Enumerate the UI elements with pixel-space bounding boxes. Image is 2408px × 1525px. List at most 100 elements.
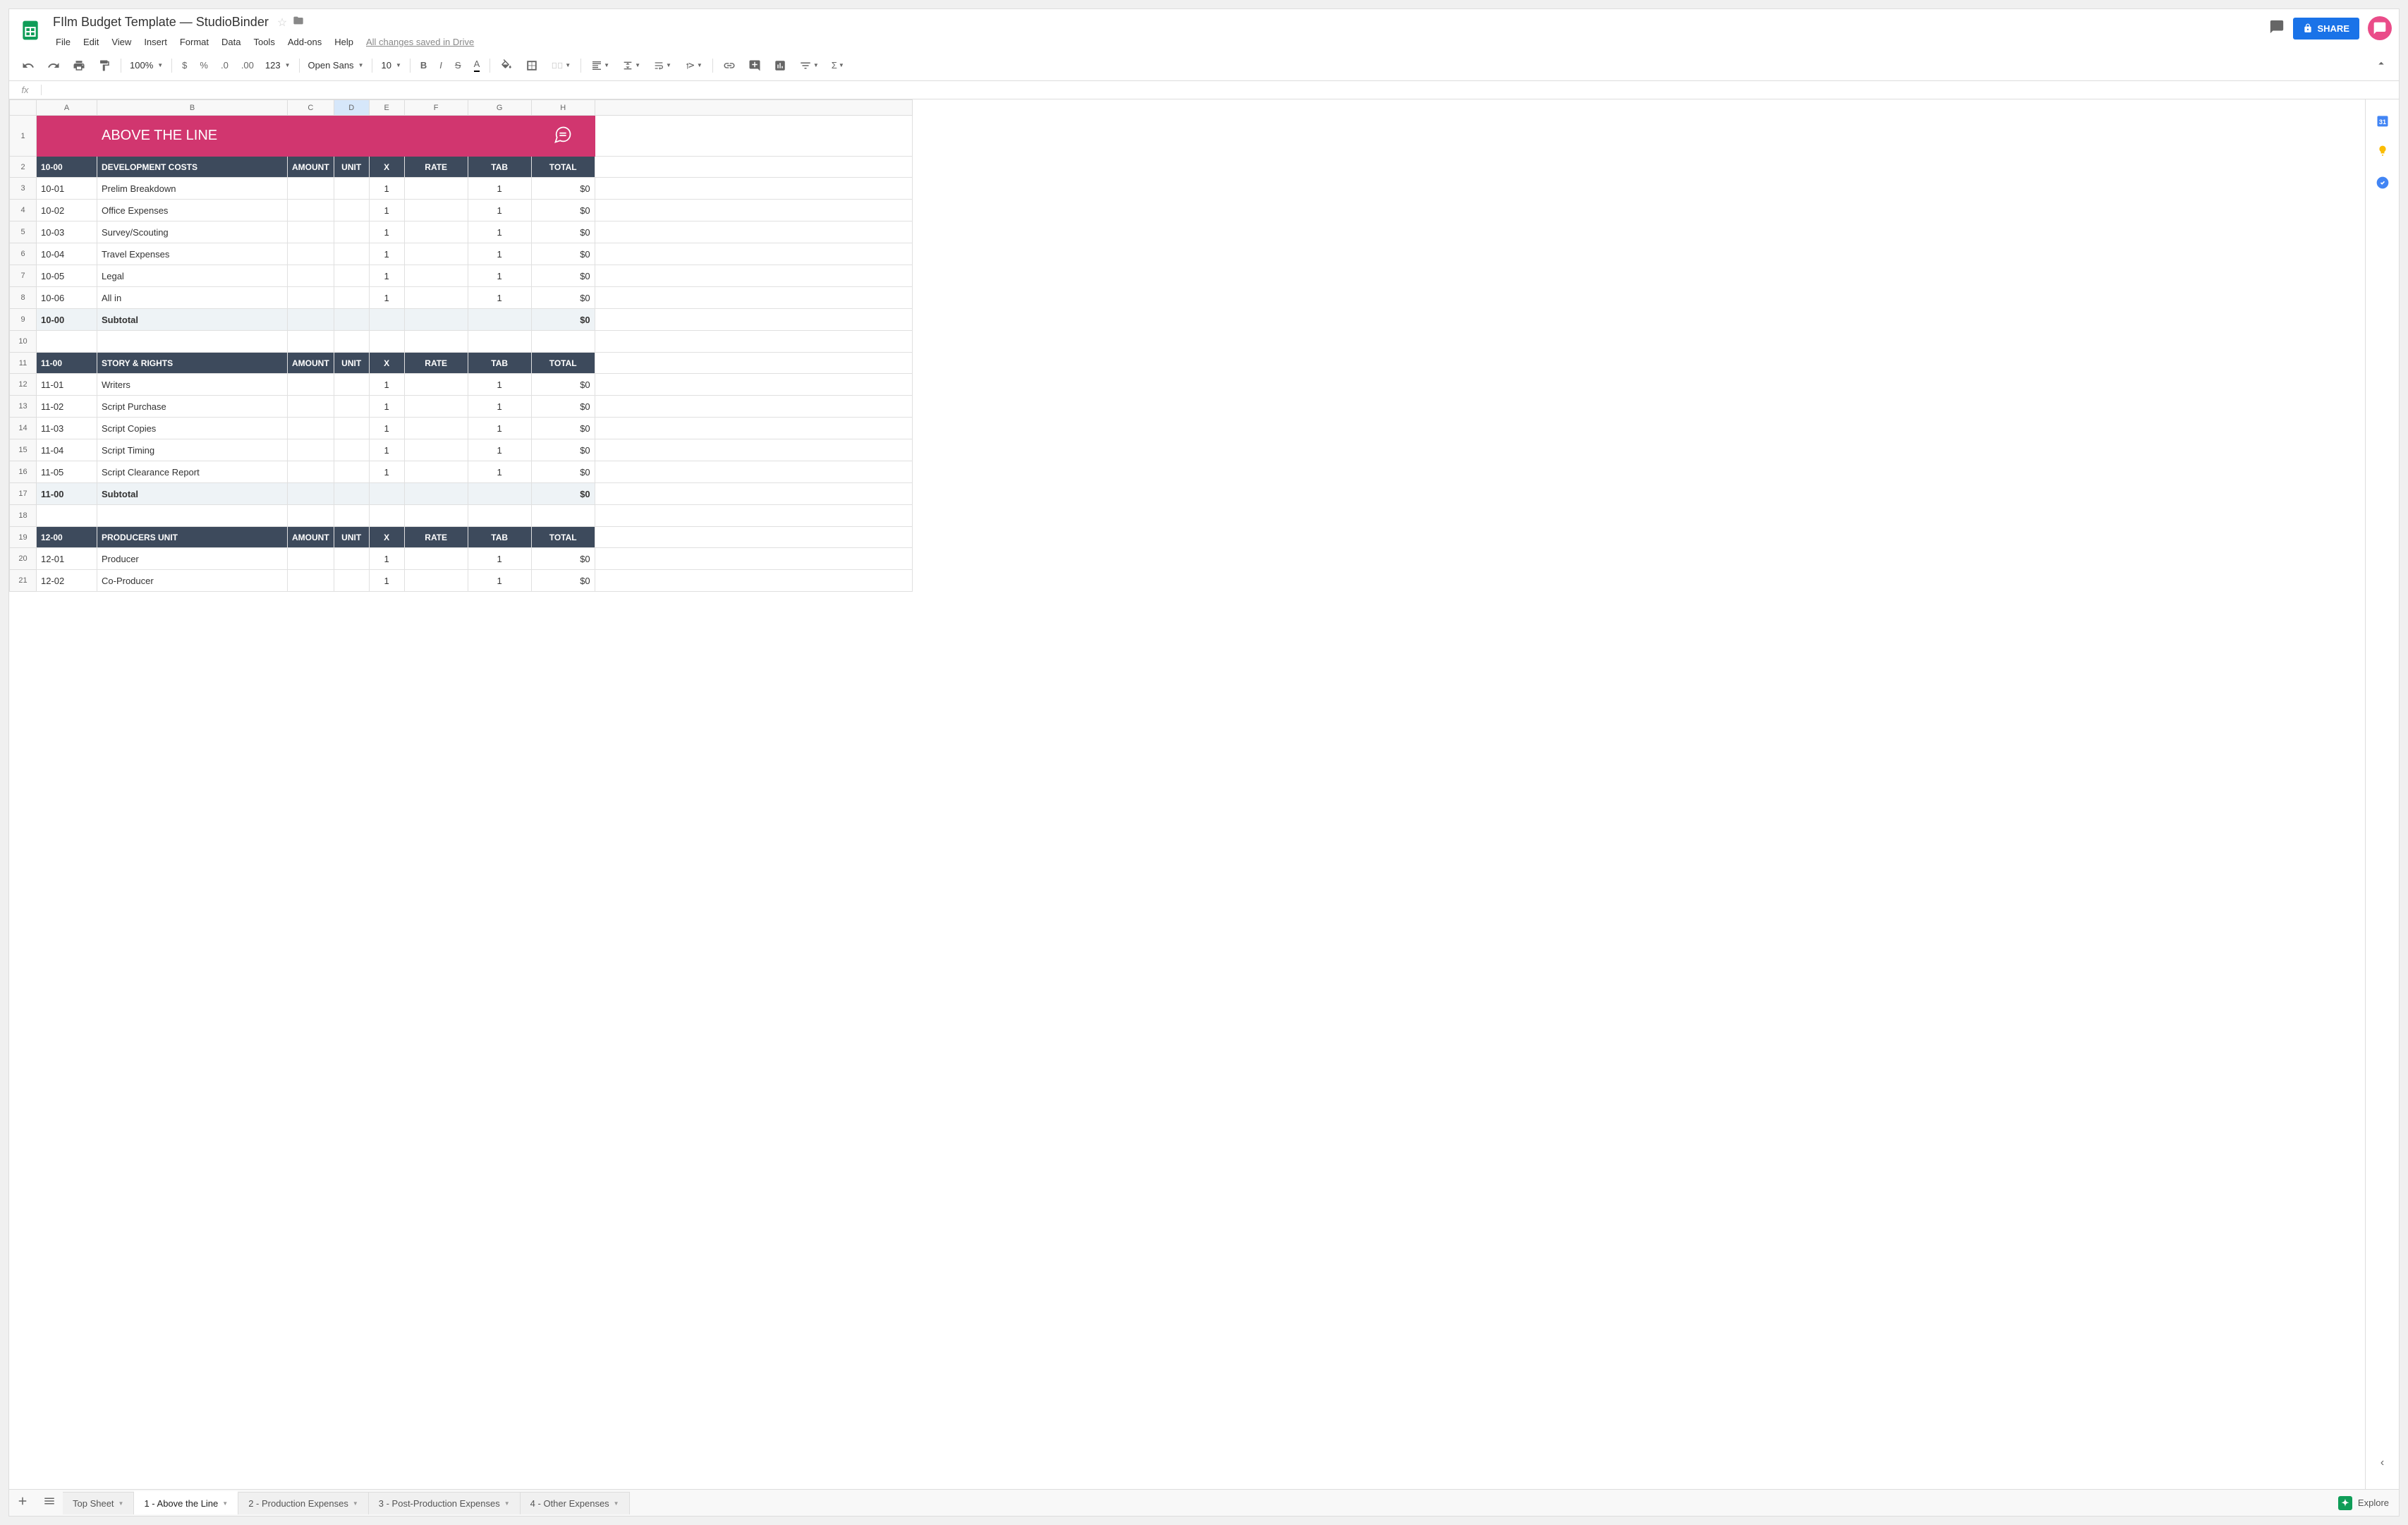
- row-header-6[interactable]: 6: [10, 243, 37, 265]
- calendar-icon[interactable]: 31: [2376, 114, 2390, 128]
- text-color-icon[interactable]: A: [468, 54, 486, 76]
- row-header-13[interactable]: 13: [10, 396, 37, 418]
- row-header-10[interactable]: 10: [10, 331, 37, 353]
- row-header-5[interactable]: 5: [10, 221, 37, 243]
- share-button[interactable]: SHARE: [2293, 18, 2359, 40]
- sheet-tab[interactable]: 4 - Other Expenses▼: [521, 1492, 630, 1514]
- redo-icon[interactable]: [42, 55, 66, 76]
- tasks-icon[interactable]: [2376, 176, 2390, 190]
- row-header-3[interactable]: 3: [10, 178, 37, 200]
- row-header-11[interactable]: 11: [10, 353, 37, 374]
- percent-icon[interactable]: %: [194, 56, 214, 75]
- vertical-align-icon[interactable]: ▼: [616, 56, 646, 75]
- row-header-8[interactable]: 8: [10, 287, 37, 309]
- col-header-H[interactable]: H: [531, 100, 595, 116]
- document-title[interactable]: FIlm Budget Template — StudioBinder: [50, 13, 272, 31]
- table-row[interactable]: 1511-04Script Timing11$0: [10, 439, 913, 461]
- sheet-tab[interactable]: 2 - Production Expenses▼: [238, 1492, 369, 1514]
- sheets-logo[interactable]: [16, 16, 44, 44]
- row-header-16[interactable]: 16: [10, 461, 37, 483]
- currency-icon[interactable]: $: [176, 56, 193, 75]
- undo-icon[interactable]: [16, 55, 40, 76]
- text-rotation-icon[interactable]: ▼: [679, 56, 708, 75]
- menu-tools[interactable]: Tools: [248, 34, 280, 50]
- table-row[interactable]: 410-02Office Expenses11$0: [10, 200, 913, 221]
- col-header-G[interactable]: G: [468, 100, 531, 116]
- star-icon[interactable]: ☆: [277, 16, 287, 30]
- increase-decimal-icon[interactable]: .00: [236, 56, 260, 75]
- side-expand-icon[interactable]: ‹: [2375, 1451, 2390, 1475]
- subtotal-row[interactable]: 910-00Subtotal$0: [10, 309, 913, 331]
- profile-avatar[interactable]: [2368, 16, 2392, 40]
- print-icon[interactable]: [67, 55, 91, 76]
- row-header-21[interactable]: 21: [10, 570, 37, 592]
- sheet-tab[interactable]: 1 - Above the Line▼: [134, 1491, 238, 1514]
- row-header-20[interactable]: 20: [10, 548, 37, 570]
- number-format-select[interactable]: 123▼: [261, 57, 295, 73]
- table-row[interactable]: 1311-02Script Purchase11$0: [10, 396, 913, 418]
- horizontal-align-icon[interactable]: ▼: [585, 56, 615, 75]
- bold-icon[interactable]: B: [415, 56, 432, 75]
- insert-chart-icon[interactable]: [768, 55, 792, 76]
- insert-link-icon[interactable]: [717, 55, 741, 76]
- formula-input[interactable]: [42, 81, 2399, 99]
- menu-view[interactable]: View: [106, 34, 137, 50]
- menu-edit[interactable]: Edit: [78, 34, 104, 50]
- menu-help[interactable]: Help: [329, 34, 359, 50]
- menu-add-ons[interactable]: Add-ons: [282, 34, 327, 50]
- paint-format-icon[interactable]: [92, 55, 116, 76]
- row-header-18[interactable]: 18: [10, 505, 37, 527]
- all-sheets-icon[interactable]: [36, 1489, 63, 1517]
- table-row[interactable]: 810-06All in11$0: [10, 287, 913, 309]
- col-header-B[interactable]: B: [97, 100, 288, 116]
- italic-icon[interactable]: I: [434, 56, 448, 75]
- borders-icon[interactable]: [520, 55, 544, 76]
- table-row[interactable]: 2012-01Producer11$0: [10, 548, 913, 570]
- table-row[interactable]: 2112-02Co-Producer11$0: [10, 570, 913, 592]
- save-status[interactable]: All changes saved in Drive: [366, 37, 474, 47]
- col-header-E[interactable]: E: [369, 100, 404, 116]
- row-header-14[interactable]: 14: [10, 418, 37, 439]
- row-header-15[interactable]: 15: [10, 439, 37, 461]
- subtotal-row[interactable]: 1711-00Subtotal$0: [10, 483, 913, 505]
- menu-data[interactable]: Data: [216, 34, 246, 50]
- table-row[interactable]: 10: [10, 331, 913, 353]
- table-row[interactable]: 1211-01Writers11$0: [10, 374, 913, 396]
- grid[interactable]: ABCDEFGH1ABOVE THE LINE210-00DEVELOPMENT…: [9, 99, 2365, 1489]
- table-row[interactable]: 18: [10, 505, 913, 527]
- zoom-select[interactable]: 100%▼: [126, 57, 167, 73]
- row-header-19[interactable]: 19: [10, 527, 37, 548]
- row-header-7[interactable]: 7: [10, 265, 37, 287]
- col-header-C[interactable]: C: [288, 100, 334, 116]
- fill-color-icon[interactable]: [494, 55, 518, 76]
- table-row[interactable]: 1611-05Script Clearance Report11$0: [10, 461, 913, 483]
- table-row[interactable]: 1411-03Script Copies11$0: [10, 418, 913, 439]
- collapse-toolbar-icon[interactable]: [2371, 53, 2392, 78]
- row-header-4[interactable]: 4: [10, 200, 37, 221]
- row-header-1[interactable]: 1: [10, 116, 37, 157]
- row-header-12[interactable]: 12: [10, 374, 37, 396]
- table-row[interactable]: 610-04Travel Expenses11$0: [10, 243, 913, 265]
- col-header-A[interactable]: A: [37, 100, 97, 116]
- sheet-tab[interactable]: 3 - Post-Production Expenses▼: [369, 1492, 521, 1514]
- table-row[interactable]: 510-03Survey/Scouting11$0: [10, 221, 913, 243]
- filter-icon[interactable]: ▼: [793, 55, 825, 76]
- row-header-9[interactable]: 9: [10, 309, 37, 331]
- insert-comment-icon[interactable]: [743, 55, 767, 76]
- sheet-tab[interactable]: Top Sheet▼: [63, 1492, 134, 1514]
- font-select[interactable]: Open Sans▼: [304, 57, 368, 73]
- add-sheet-icon[interactable]: [9, 1489, 36, 1517]
- font-size-select[interactable]: 10▼: [377, 57, 405, 73]
- col-header-D[interactable]: D: [334, 100, 369, 116]
- keep-icon[interactable]: [2376, 145, 2390, 159]
- explore-button[interactable]: ✦ Explore: [2328, 1492, 2399, 1514]
- folder-icon[interactable]: [293, 15, 304, 30]
- table-row[interactable]: 710-05Legal11$0: [10, 265, 913, 287]
- menu-file[interactable]: File: [50, 34, 76, 50]
- table-row[interactable]: 310-01Prelim Breakdown11$0: [10, 178, 913, 200]
- comments-icon[interactable]: [2269, 19, 2285, 38]
- text-wrap-icon[interactable]: ▼: [647, 56, 677, 75]
- merge-cells-icon[interactable]: ▼: [545, 55, 576, 76]
- strikethrough-icon[interactable]: S: [449, 56, 467, 75]
- functions-icon[interactable]: Σ▼: [826, 56, 850, 75]
